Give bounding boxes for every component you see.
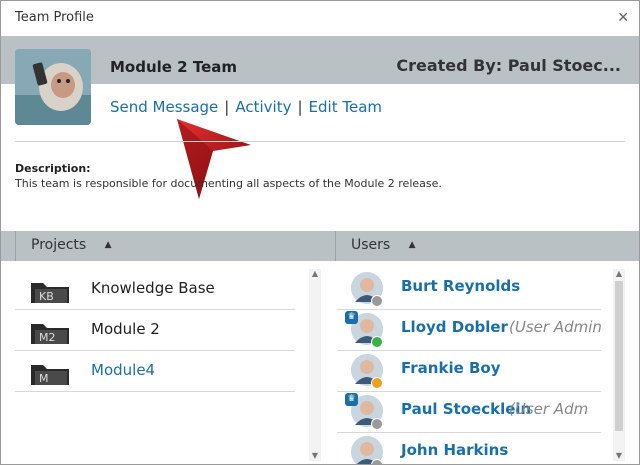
scroll-up-icon[interactable]: ▲: [613, 269, 625, 279]
column-divider: [335, 231, 336, 261]
users-scrollbar[interactable]: ▲ ▼: [613, 269, 625, 461]
user-name-link[interactable]: John Harkins: [401, 441, 508, 459]
folder-icon: M: [29, 361, 71, 387]
crown-icon: ♛: [345, 393, 358, 406]
project-name[interactable]: Module4: [91, 361, 155, 379]
users-header[interactable]: Users ▲: [351, 237, 416, 253]
header-divider: [15, 141, 625, 142]
user-role: (User Admin: [509, 318, 601, 336]
user-name-link[interactable]: Lloyd Dobler: [401, 318, 508, 336]
column-divider: [15, 231, 16, 261]
project-row[interactable]: KB Knowledge Base: [15, 269, 295, 310]
title-bar: Team Profile ✕: [1, 1, 639, 35]
edit-team-link[interactable]: Edit Team: [309, 98, 382, 116]
users-list: Burt Reynolds ♛ Lloyd Dobler (User Admin Fra…: [337, 263, 601, 464]
description-text: This team is responsible for documenting…: [15, 177, 442, 190]
project-name: Module 2: [91, 320, 160, 338]
window-title: Team Profile: [15, 10, 94, 25]
status-dot-icon: [371, 377, 383, 389]
user-row[interactable]: ♛ Lloyd Dobler (User Admin: [337, 310, 601, 351]
crown-icon: ♛: [345, 311, 358, 324]
team-name: Module 2 Team: [110, 58, 238, 76]
folder-abbr: M: [39, 372, 49, 385]
sort-ascending-icon[interactable]: ▲: [105, 240, 112, 250]
folder-abbr: M2: [39, 331, 56, 344]
folder-abbr: KB: [39, 290, 54, 303]
user-row[interactable]: John Harkins: [337, 433, 601, 464]
section-header-bar: Projects ▲ Users ▲: [1, 231, 639, 261]
user-name-link[interactable]: Frankie Boy: [401, 359, 501, 377]
projects-header[interactable]: Projects ▲: [31, 237, 112, 253]
status-dot-icon: [371, 459, 383, 464]
project-name: Knowledge Base: [91, 279, 215, 297]
scroll-up-icon[interactable]: ▲: [309, 269, 321, 279]
user-row[interactable]: Burt Reynolds: [337, 269, 601, 310]
team-avatar: [15, 49, 91, 125]
project-row[interactable]: M Module4: [15, 351, 295, 392]
user-role: (User Adm: [509, 400, 589, 418]
description-label: Description:: [15, 162, 91, 175]
project-row[interactable]: M2 Module 2: [15, 310, 295, 351]
created-by-label: Created By: Paul Stoec...: [396, 56, 621, 75]
user-row[interactable]: Frankie Boy: [337, 351, 601, 392]
status-dot-icon: [371, 336, 383, 348]
sort-ascending-icon[interactable]: ▲: [409, 240, 416, 250]
close-icon[interactable]: ✕: [617, 10, 629, 26]
link-separator: |: [297, 98, 303, 116]
scroll-thumb[interactable]: [615, 281, 623, 431]
status-dot-icon: [371, 295, 383, 307]
status-dot-icon: [371, 418, 383, 430]
folder-icon: M2: [29, 320, 71, 346]
user-row[interactable]: ♛ Paul Stoecklein (User Adm: [337, 392, 601, 433]
projects-scrollbar[interactable]: ▲ ▼: [309, 269, 321, 461]
team-profile-dialog: Team Profile ✕ Module 2 Team Created By:…: [0, 0, 640, 465]
projects-list: KB Knowledge Base M2 Module 2 M Module4: [15, 263, 295, 464]
scroll-down-icon[interactable]: ▼: [309, 451, 321, 461]
user-name-link[interactable]: Burt Reynolds: [401, 277, 520, 295]
folder-icon: KB: [29, 279, 71, 305]
scroll-down-icon[interactable]: ▼: [613, 451, 625, 461]
